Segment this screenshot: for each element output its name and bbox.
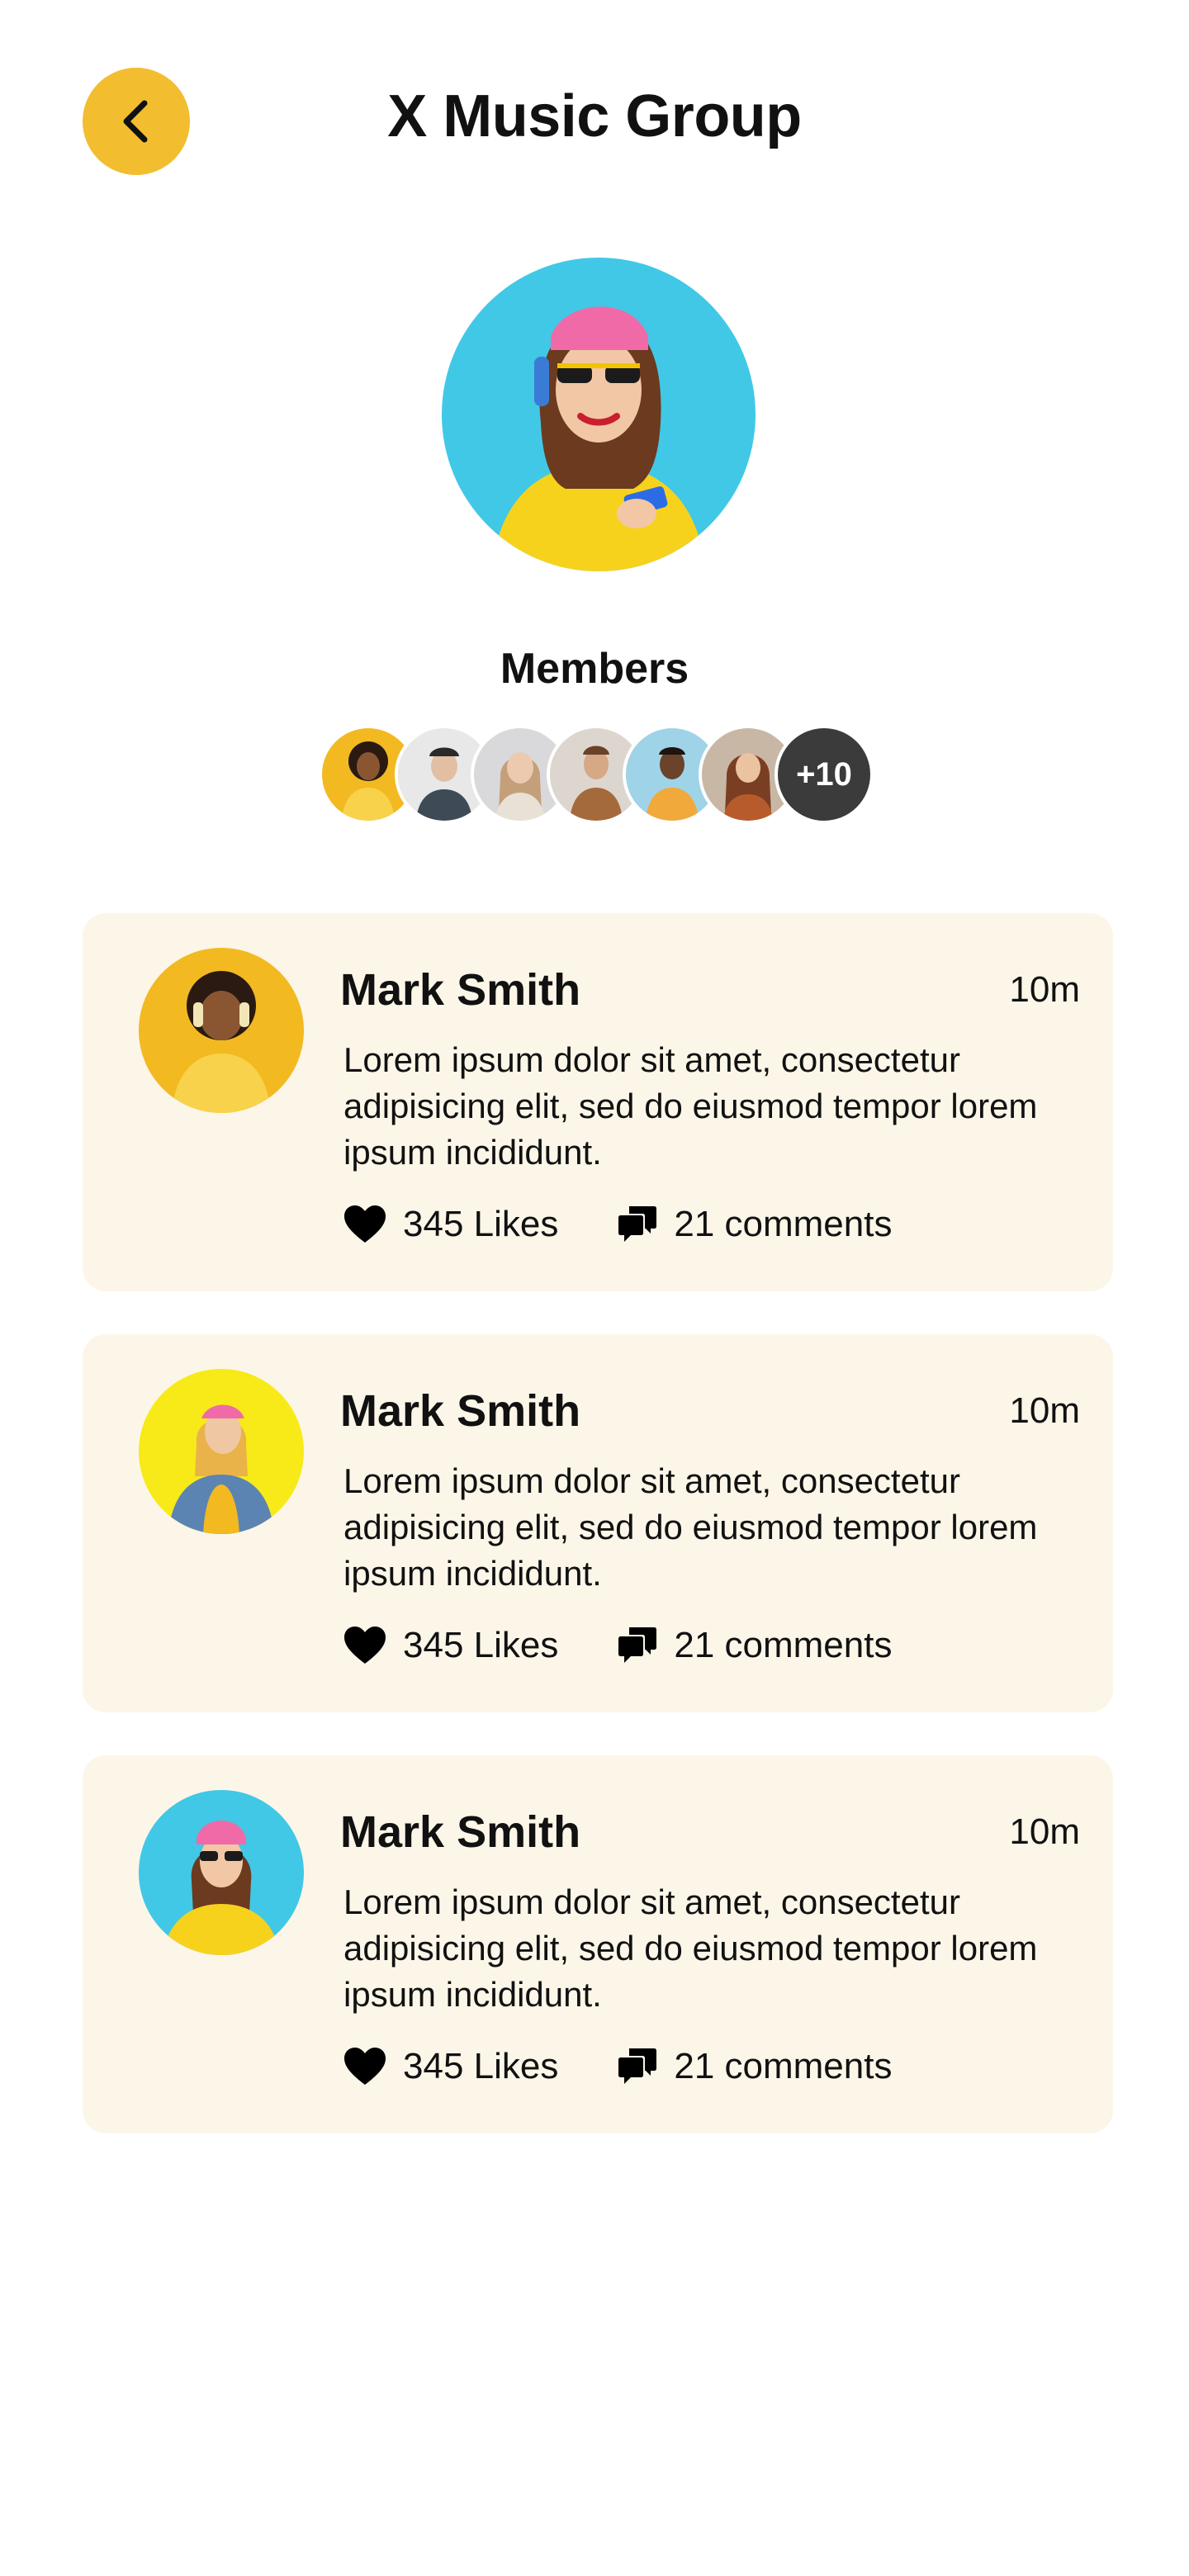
comments-button[interactable]: 21 comments: [618, 1204, 892, 1245]
heart-icon: [344, 1627, 386, 1664]
members-label: Members: [500, 645, 689, 693]
comments-icon: [618, 1627, 657, 1663]
header: X Music Group: [0, 0, 1189, 248]
post-body: Lorem ipsum dolor sit amet, consectetur …: [343, 1882, 1038, 2014]
page-title: X Music Group: [387, 83, 802, 149]
comments-icon: [618, 2048, 657, 2084]
post-body: Lorem ipsum dolor sit amet, consectetur …: [343, 1461, 1038, 1593]
like-button[interactable]: 345 Likes: [343, 1204, 558, 1245]
comments-button[interactable]: 21 comments: [618, 1625, 892, 1666]
post-author-name[interactable]: Mark Smith: [340, 964, 580, 1016]
likes-count: 345 Likes: [403, 1204, 559, 1244]
post-author-avatar[interactable]: [139, 948, 304, 1113]
comments-count: 21 comments: [674, 1204, 893, 1244]
heart-icon: [344, 1205, 386, 1243]
like-button[interactable]: 345 Likes: [343, 1625, 558, 1666]
comments-button[interactable]: 21 comments: [618, 2046, 892, 2087]
post-author-avatar[interactable]: [139, 1369, 304, 1534]
post-author-avatar[interactable]: [139, 1790, 304, 1955]
comments-count: 21 comments: [674, 2046, 893, 2086]
post-meta: 345 Likes 21 comments: [343, 1625, 892, 1666]
members-avatar-row[interactable]: +10: [319, 725, 880, 824]
heart-icon: [344, 2048, 386, 2085]
post-card[interactable]: Mark Smith 10m Lorem ipsum dolor sit ame…: [83, 1334, 1113, 1712]
comments-icon: [618, 1206, 657, 1242]
group-avatar: [442, 258, 756, 571]
likes-count: 345 Likes: [403, 1625, 559, 1665]
post-body: Lorem ipsum dolor sit amet, consectetur …: [343, 1040, 1038, 1172]
likes-count: 345 Likes: [403, 2046, 559, 2086]
post-meta: 345 Likes 21 comments: [343, 2046, 892, 2087]
post-card[interactable]: Mark Smith 10m Lorem ipsum dolor sit ame…: [83, 1755, 1113, 2133]
post-author-name[interactable]: Mark Smith: [340, 1385, 580, 1437]
post-card[interactable]: Mark Smith 10m Lorem ipsum dolor sit ame…: [83, 913, 1113, 1291]
post-meta: 345 Likes 21 comments: [343, 1204, 892, 1245]
post-timestamp: 10m: [1009, 1811, 1080, 1852]
comments-count: 21 comments: [674, 1625, 893, 1665]
post-timestamp: 10m: [1009, 969, 1080, 1010]
like-button[interactable]: 345 Likes: [343, 2046, 558, 2087]
more-members-badge[interactable]: +10: [775, 725, 874, 824]
post-author-name[interactable]: Mark Smith: [340, 1807, 580, 1858]
post-timestamp: 10m: [1009, 1390, 1080, 1431]
